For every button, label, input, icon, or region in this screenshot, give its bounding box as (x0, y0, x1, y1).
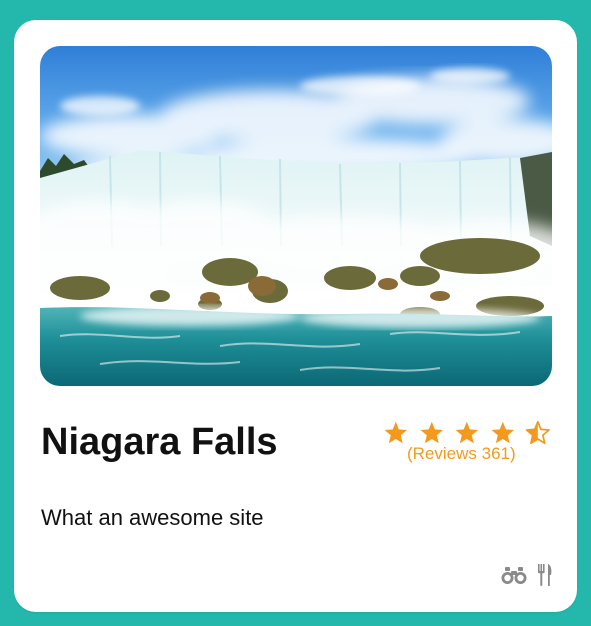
star-full-icon (384, 421, 407, 444)
place-card[interactable]: Niagara Falls (Reviews 361) What an awes… (14, 20, 577, 612)
place-photo (40, 46, 552, 386)
rating-stars (383, 420, 551, 446)
reviews-count[interactable]: (Reviews 361) (407, 444, 516, 464)
star-full-icon (420, 421, 443, 444)
star-half-icon (526, 420, 551, 445)
star-full-icon (491, 421, 514, 444)
place-description: What an awesome site (41, 505, 264, 530)
place-title: Niagara Falls (41, 421, 278, 463)
fork-knife-icon (538, 564, 552, 586)
binoculars-icon (501, 567, 527, 584)
amenity-icons (501, 563, 553, 587)
rating: (Reviews 361) (383, 420, 551, 468)
star-full-icon (455, 421, 479, 444)
